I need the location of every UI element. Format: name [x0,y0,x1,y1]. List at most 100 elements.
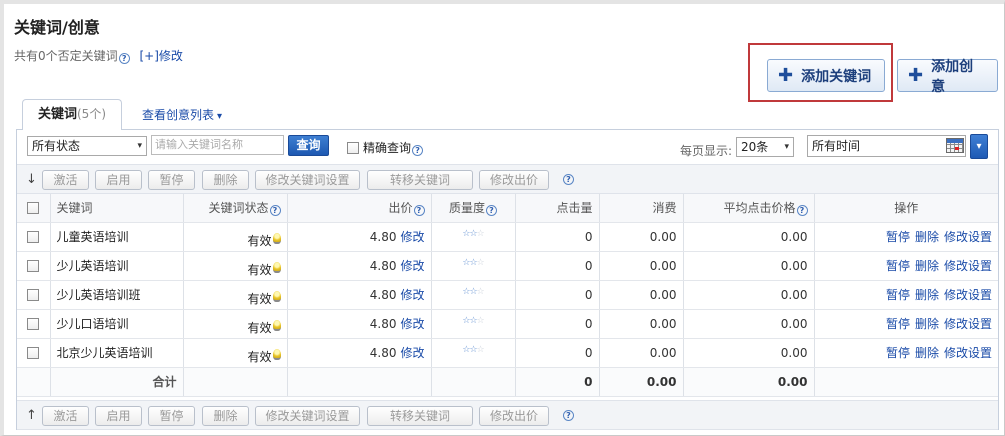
star-filled-icon: ☆ [469,286,477,297]
lightbulb-icon[interactable] [272,349,281,360]
move-keyword-button[interactable]: 转移关键词 [367,170,473,190]
row-checkbox[interactable] [27,260,40,272]
lightbulb-icon[interactable] [272,262,281,273]
help-icon[interactable]: ? [118,53,130,64]
clicks-cell: 0 [515,222,600,252]
tab-creatives-label: 查看创意列表 [142,108,215,122]
lightbulb-icon[interactable] [272,291,281,302]
edit-bid-button[interactable]: 修改出价 [479,170,549,190]
modify-negative-link[interactable]: [+]修改 [139,49,182,63]
help-icon[interactable]: ? [413,205,425,217]
col-keyword: 关键词 [50,194,184,223]
status-text: 有效 [247,263,272,277]
chevron-down-icon: ▾ [217,111,223,122]
row-checkbox[interactable] [27,318,40,330]
search-button[interactable]: 查询 [288,135,329,156]
add-keyword-button[interactable]: ✚ 添加关键词 [767,59,885,92]
row-edit-settings-link[interactable]: 修改设置 [944,259,992,273]
quality-stars: ☆☆☆ [462,315,484,326]
lightbulb-icon[interactable] [272,320,281,331]
edit-bid-link[interactable]: 修改 [400,317,424,331]
row-select-cell [17,222,51,252]
row-pause-link[interactable]: 暂停 [886,317,910,331]
pause-button[interactable]: 暂停 [148,406,195,426]
select-all-checkbox[interactable] [27,202,40,215]
star-filled-icon: ☆ [469,315,477,326]
help-icon[interactable]: ? [563,174,574,185]
edit-bid-link[interactable]: 修改 [400,259,424,273]
negative-keywords-text: 共有0个否定关键词 [14,49,118,63]
status-text: 有效 [247,292,272,306]
delete-button[interactable]: 删除 [202,406,249,426]
row-delete-link[interactable]: 删除 [915,317,939,331]
col-spend: 消费 [599,194,684,223]
help-icon[interactable]: ? [563,410,574,421]
row-edit-settings-link[interactable]: 修改设置 [944,346,992,360]
edit-keyword-settings-button[interactable]: 修改关键词设置 [255,406,360,426]
lightbulb-icon[interactable] [272,233,281,244]
col-avg-cpc-label: 平均点击价格 [723,201,796,216]
row-checkbox[interactable] [27,289,40,301]
help-icon[interactable]: ? [412,145,424,156]
bid-cell: 4.80 修改 [287,251,432,281]
row-select-cell [17,280,51,310]
edit-keyword-settings-button[interactable]: 修改关键词设置 [255,170,360,190]
edit-bid-button[interactable]: 修改出价 [479,406,549,426]
quality-cell: ☆☆☆ [431,222,516,252]
select-all-cell [17,194,51,223]
quality-cell: ☆☆☆ [431,338,516,368]
row-edit-settings-link[interactable]: 修改设置 [944,288,992,302]
row-delete-link[interactable]: 删除 [915,346,939,360]
time-range-select[interactable]: 所有时间 [807,135,966,157]
status-text: 有效 [247,350,272,364]
pause-button[interactable]: 暂停 [148,170,195,190]
row-edit-settings-link[interactable]: 修改设置 [944,230,992,244]
calendar-icon[interactable] [946,138,964,153]
total-empty-cell [431,367,516,397]
status-text: 有效 [247,321,272,335]
per-page-select[interactable]: 20条 ▾ [736,137,794,157]
help-icon[interactable]: ? [796,205,808,217]
col-ops: 操作 [814,194,998,223]
total-empty-cell [17,367,51,397]
enable-button[interactable]: 启用 [95,170,142,190]
spend-cell: 0.00 [599,338,684,368]
row-checkbox[interactable] [27,347,40,359]
delete-button[interactable]: 删除 [202,170,249,190]
row-pause-link[interactable]: 暂停 [886,259,910,273]
plus-icon: ✚ [778,65,794,86]
row-pause-link[interactable]: 暂停 [886,288,910,302]
row-delete-link[interactable]: 删除 [915,230,939,244]
time-dropdown-button[interactable]: ▾ [970,134,988,159]
enable-button[interactable]: 启用 [95,406,142,426]
tab-creatives[interactable]: 查看创意列表 ▾ [142,106,222,123]
add-creative-button[interactable]: ✚ 添加创意 [897,59,998,95]
row-pause-link[interactable]: 暂停 [886,346,910,360]
status-select[interactable]: 所有状态 ▾ [27,136,147,156]
page-frame: 关键词/创意 共有0个否定关键词? [+]修改 ✚ 添加关键词 ✚ 添加创意 关… [0,0,1005,436]
row-delete-link[interactable]: 删除 [915,259,939,273]
exact-search-checkbox[interactable] [347,142,359,154]
edit-bid-link[interactable]: 修改 [400,346,424,360]
tab-keywords[interactable]: 关键词(5个) [22,99,122,130]
star-filled-icon: ☆ [469,344,477,355]
edit-bid-link[interactable]: 修改 [400,288,424,302]
clicks-cell: 0 [515,338,600,368]
ops-cell: 暂停 删除 修改设置 [814,309,998,339]
move-keyword-button[interactable]: 转移关键词 [367,406,473,426]
edit-bid-link[interactable]: 修改 [400,230,424,244]
keyword-search-input[interactable]: 请输入关键词名称 [151,135,284,155]
row-pause-link[interactable]: 暂停 [886,230,910,244]
row-checkbox[interactable] [27,231,40,243]
spend-cell: 0.00 [599,280,684,310]
row-delete-link[interactable]: 删除 [915,288,939,302]
activate-button[interactable]: 激活 [42,406,89,426]
quality-stars: ☆☆☆ [462,286,484,297]
arrow-down-icon: ↓ [26,172,37,187]
help-icon[interactable]: ? [486,205,497,217]
row-edit-settings-link[interactable]: 修改设置 [944,317,992,331]
activate-button[interactable]: 激活 [42,170,89,190]
table-row: 北京少儿英语培训 有效 4.80 修改 ☆☆☆ 0 0.00 0.00 暂停 删除 修改设置 [17,338,998,368]
chevron-down-icon: ▾ [784,142,789,152]
help-icon[interactable]: ? [269,205,281,217]
